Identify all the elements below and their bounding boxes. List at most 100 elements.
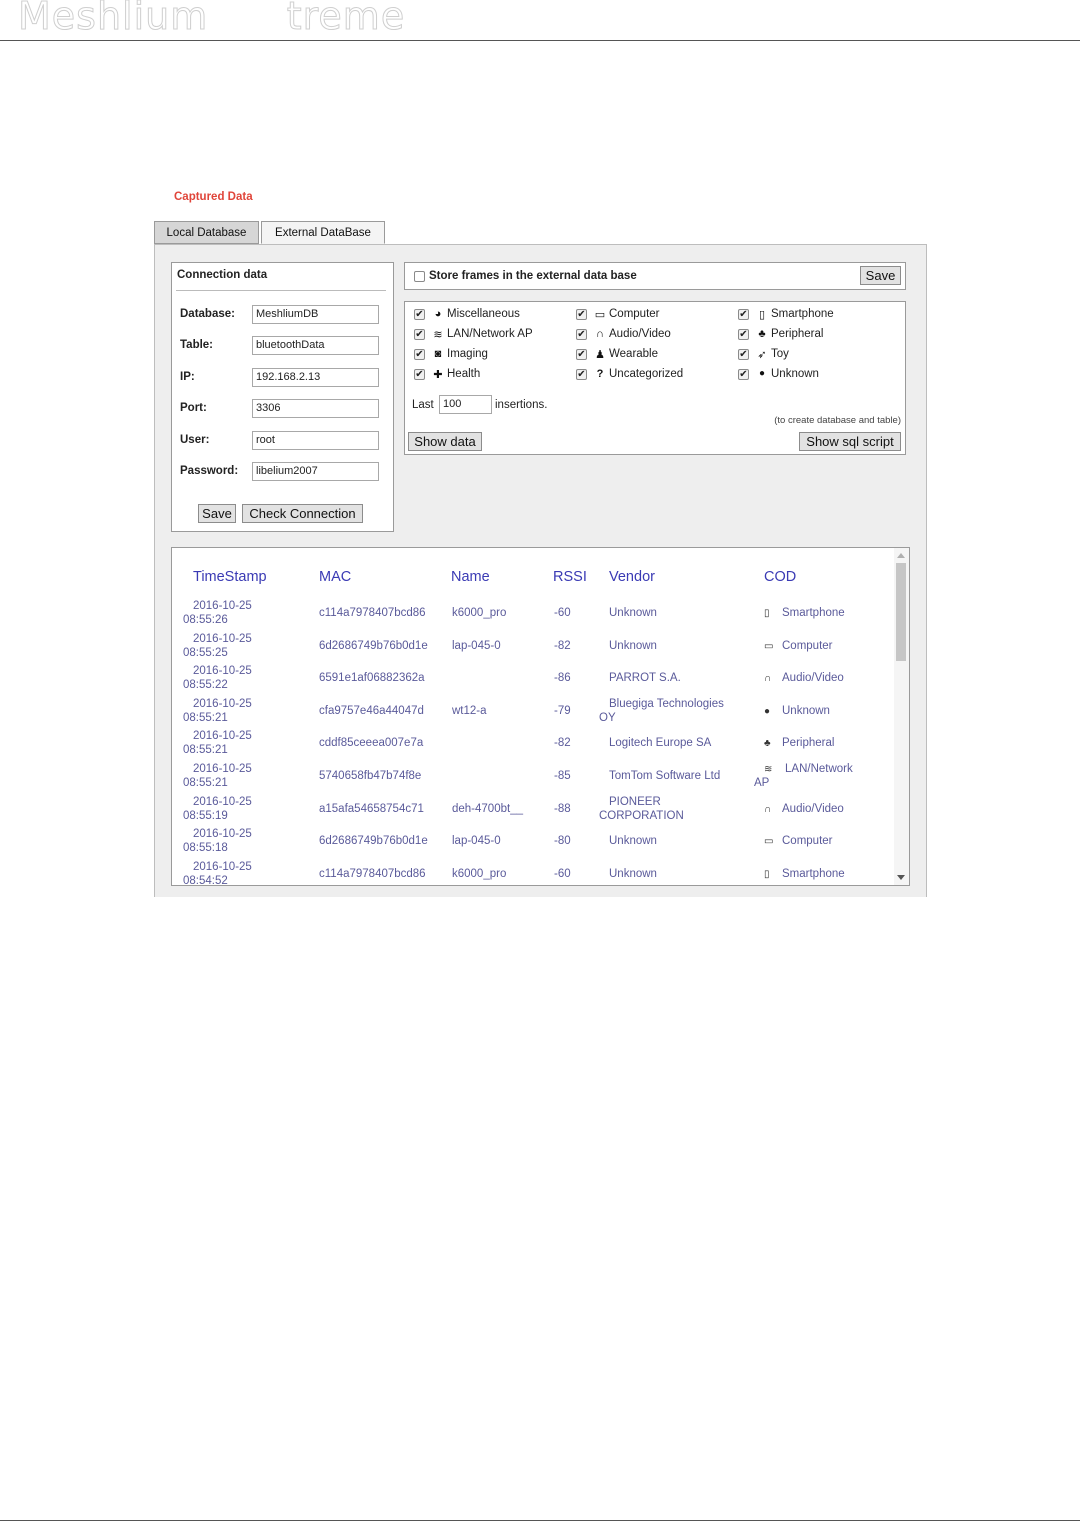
table-label: Table: <box>180 339 214 351</box>
vendor-cell-cont: CORPORATION <box>599 809 684 822</box>
mac-cell: 6591e1af06882362a <box>319 672 425 685</box>
timestamp-time: 08:55:26 <box>183 614 228 626</box>
captured-data-table: TimeStamp MAC Name RSSI Vendor COD 2016-… <box>171 547 910 886</box>
unknown-checkbox[interactable]: ✔ <box>738 369 749 380</box>
store-save-button[interactable]: Save <box>860 266 901 285</box>
column-header-rssi: RSSI <box>553 569 587 585</box>
filter-label: Uncategorized <box>609 368 684 380</box>
filter-label: Health <box>447 368 481 380</box>
rssi-cell: -85 <box>554 770 571 782</box>
password-label: Password: <box>180 465 239 477</box>
mac-cell: cfa9757e46a44047d <box>319 704 424 717</box>
filter-label: Peripheral <box>771 328 824 340</box>
uncategorized-checkbox[interactable]: ✔ <box>576 369 587 380</box>
plus-icon: ✚ <box>433 369 443 381</box>
timestamp-date: 2016-10-25 <box>193 730 252 743</box>
category-filter-box: ✔ ◕ Miscellaneous ✔ ▭ Computer ✔ ▯ Smart… <box>404 301 906 455</box>
user-label: User: <box>180 434 210 446</box>
cod-cell: Unknown <box>782 704 830 717</box>
mobile-icon: ▯ <box>764 868 770 880</box>
laptop-icon: ▭ <box>764 640 774 652</box>
table-field-row: Table: bluetoothData <box>180 336 388 356</box>
rssi-cell: -80 <box>554 835 571 848</box>
laptop-icon: ▭ <box>594 309 606 321</box>
filter-label: Miscellaneous <box>447 308 520 320</box>
cod-cell: Peripheral <box>782 737 835 750</box>
timestamp-date: 2016-10-25 <box>193 600 252 612</box>
mobile-icon: ▯ <box>758 309 766 321</box>
footer-divider <box>0 1520 1080 1521</box>
vendor-cell-cont: OY <box>599 711 616 724</box>
table-row: 2016-10-25 08:55:21 cddf85ceeea007e7a -82 Lo… <box>172 730 892 763</box>
user-input[interactable]: root <box>252 431 379 450</box>
column-header-cod: COD <box>764 569 797 585</box>
headphones-icon: ∩ <box>764 803 772 815</box>
peripheral-checkbox[interactable]: ✔ <box>738 329 749 340</box>
cod-cell: Audio/Video <box>782 672 844 685</box>
name-cell: lap-045-0 <box>452 639 501 652</box>
last-insertions-input[interactable]: 100 <box>439 395 492 414</box>
section-title: Captured Data <box>174 191 253 203</box>
cod-cell: Computer <box>782 835 833 848</box>
table-row: 2016-10-25 08:55:26 c114a7978407bcd86 k6000… <box>172 600 892 633</box>
check-connection-button[interactable]: Check Connection <box>242 504 363 523</box>
table-row: 2016-10-25 08:55:22 6591e1af06882362a -86 PA… <box>172 665 892 698</box>
table-row: 2016-10-25 08:55:18 6d2686749b76b0d1e lap-0… <box>172 828 892 861</box>
mac-cell: cddf85ceeea007e7a <box>319 737 424 750</box>
scrollbar-thumb[interactable] <box>896 563 906 661</box>
toy-checkbox[interactable]: ✔ <box>738 349 749 360</box>
lan-network-checkbox[interactable]: ✔ <box>414 329 425 340</box>
health-checkbox[interactable]: ✔ <box>414 369 425 380</box>
vendor-cell: Unknown <box>609 835 657 848</box>
column-header-name: Name <box>451 569 490 585</box>
rocket-icon: ➶ <box>757 349 767 361</box>
tab-local-database[interactable]: Local Database <box>154 221 259 244</box>
timestamp-time: 08:55:25 <box>183 646 228 659</box>
cod-cell: Smartphone <box>782 607 845 619</box>
table-row: 2016-10-25 08:55:21 cfa9757e46a44047d wt12-… <box>172 698 892 731</box>
rssi-cell: -86 <box>554 672 571 685</box>
ip-input[interactable]: 192.168.2.13 <box>252 368 379 387</box>
table-scrollbar[interactable] <box>894 548 909 885</box>
question-circle-icon: ● <box>764 705 771 717</box>
show-sql-script-button[interactable]: Show sql script <box>799 432 901 451</box>
vendor-cell: Unknown <box>609 607 657 619</box>
table-input[interactable]: bluetoothData <box>252 336 379 355</box>
rssi-cell: -88 <box>554 802 571 815</box>
filter-label: Computer <box>609 308 660 320</box>
wifi-icon: ≋ <box>764 764 773 775</box>
miscellaneous-checkbox[interactable]: ✔ <box>414 309 425 320</box>
scroll-down-arrow-icon[interactable] <box>897 875 905 880</box>
mac-cell: 6d2686749b76b0d1e <box>319 639 428 652</box>
store-frames-checkbox[interactable] <box>414 271 425 282</box>
table-row: 2016-10-25 08:55:25 6d2686749b76b0d1e lap-0… <box>172 633 892 666</box>
sitemap-icon: ♣ <box>758 328 766 340</box>
timestamp-date: 2016-10-25 <box>193 795 252 808</box>
show-data-button[interactable]: Show data <box>408 432 482 451</box>
mac-cell: 5740658fb47b74f8e <box>319 770 422 782</box>
audio-video-checkbox[interactable]: ✔ <box>576 329 587 340</box>
headphones-icon: ∩ <box>596 328 604 340</box>
filter-label: Wearable <box>609 348 659 360</box>
vendor-cell: PARROT S.A. <box>609 672 681 685</box>
connection-save-button[interactable]: Save <box>198 504 236 523</box>
smartphone-checkbox[interactable]: ✔ <box>738 309 749 320</box>
tab-external-database[interactable]: External DataBase <box>261 221 385 244</box>
imaging-checkbox[interactable]: ✔ <box>414 349 425 360</box>
scroll-up-arrow-icon[interactable] <box>897 553 905 558</box>
timestamp-date: 2016-10-25 <box>193 828 252 841</box>
port-input[interactable]: 3306 <box>252 399 379 418</box>
wearable-checkbox[interactable]: ✔ <box>576 349 587 360</box>
timestamp-date: 2016-10-25 <box>193 632 252 645</box>
insertions-label: insertions. <box>495 399 548 411</box>
question-icon: ? <box>596 368 604 380</box>
database-input[interactable]: MeshliumDB <box>252 305 379 324</box>
password-input[interactable]: libelium2007 <box>252 462 379 481</box>
computer-checkbox[interactable]: ✔ <box>576 309 587 320</box>
pie-chart-icon: ◕ <box>434 308 442 320</box>
cod-cell: LAN/Network <box>785 763 853 775</box>
rssi-cell: -82 <box>554 737 571 750</box>
timestamp-time: 08:55:21 <box>183 711 228 724</box>
mobile-icon: ▯ <box>764 608 770 619</box>
ip-field-row: IP: 192.168.2.13 <box>180 368 388 388</box>
